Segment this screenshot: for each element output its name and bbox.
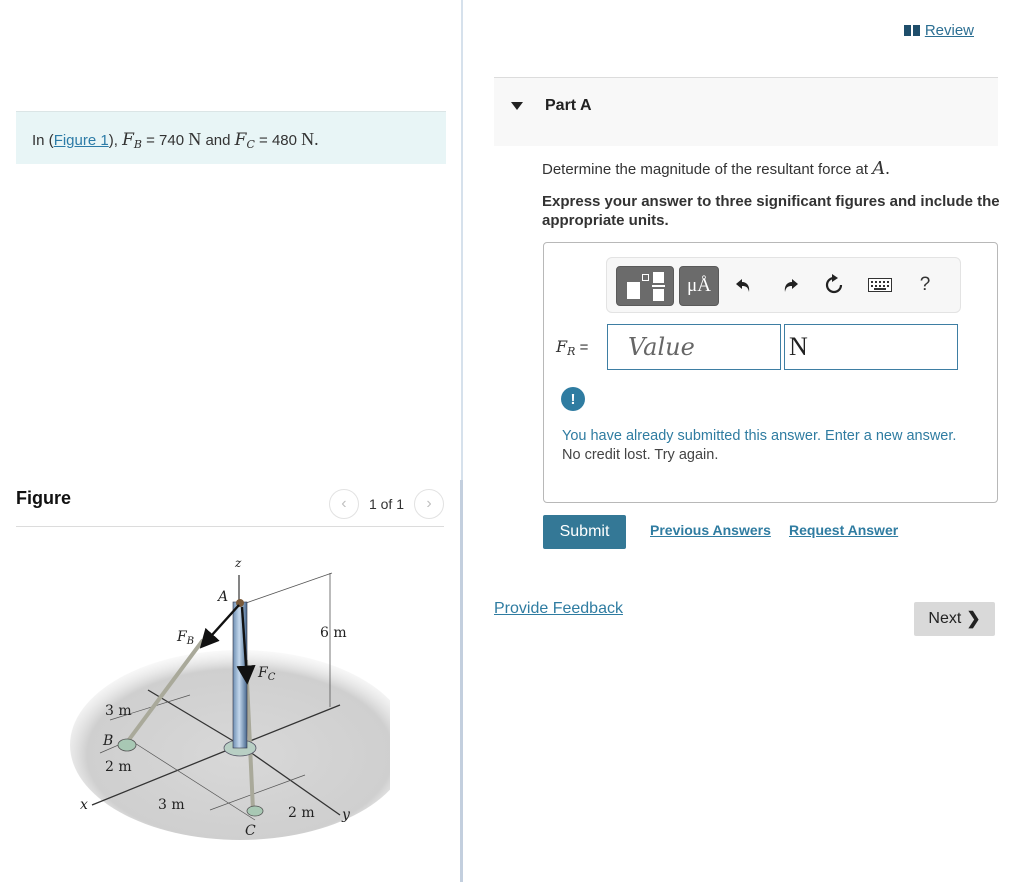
question-text: Determine the magnitude of the resultant… bbox=[542, 158, 890, 179]
part-a-header[interactable]: Part A bbox=[494, 77, 998, 146]
left-pane: In (Figure 1), FB = 740 N and FC = 480 N… bbox=[0, 0, 461, 882]
label-bottom-3m: 3 m bbox=[158, 797, 185, 813]
problem-statement: In (Figure 1), FB = 740 N and FC = 480 N… bbox=[16, 111, 446, 164]
review-label: Review bbox=[924, 22, 974, 39]
fb-unit: N bbox=[188, 129, 202, 149]
chevron-right-icon[interactable]: › bbox=[414, 489, 444, 519]
problem-suffix: ), bbox=[108, 132, 118, 149]
label-bottom-2m: 2 m bbox=[288, 805, 315, 821]
fc-value: = 480 bbox=[259, 132, 297, 149]
anchor-c bbox=[246, 805, 264, 817]
label-x: x bbox=[80, 797, 88, 813]
book-icon bbox=[903, 25, 921, 36]
redo-icon[interactable] bbox=[777, 272, 803, 298]
pane-divider bbox=[461, 0, 463, 480]
submit-button[interactable]: Submit bbox=[543, 515, 626, 549]
math-toolbar: μÅ ? bbox=[606, 257, 961, 313]
answer-box: μÅ ? FR = ! You have already submitted t… bbox=[543, 242, 998, 503]
feedback-message: You have already submitted this answer. … bbox=[562, 427, 982, 465]
dim-line bbox=[245, 572, 333, 604]
pole bbox=[232, 601, 248, 749]
figure-link[interactable]: Figure 1 bbox=[54, 132, 109, 149]
request-answer-link[interactable]: Request Answer bbox=[789, 522, 898, 538]
pager-text: 1 of 1 bbox=[368, 496, 404, 512]
label-y: y bbox=[341, 807, 351, 823]
fb-symbol: FB bbox=[122, 130, 142, 151]
feedback-note: No credit lost. Try again. bbox=[562, 447, 719, 463]
label-left-3m: 3 m bbox=[105, 703, 132, 719]
feedback-text: You have already submitted this answer. … bbox=[562, 428, 957, 444]
undo-icon[interactable] bbox=[731, 272, 757, 298]
answer-variable-label: FR = bbox=[556, 337, 589, 358]
label-left-2m: 2 m bbox=[105, 759, 132, 775]
templates-icon[interactable] bbox=[616, 266, 674, 306]
fc-symbol: FC bbox=[234, 130, 255, 151]
figure-title: Figure bbox=[16, 488, 72, 508]
units-input[interactable] bbox=[784, 324, 958, 370]
next-label: Next bbox=[928, 610, 962, 627]
and-text: and bbox=[205, 132, 231, 149]
value-input[interactable] bbox=[607, 324, 781, 370]
right-pane: Review Part A Determine the magnitude of… bbox=[480, 0, 1024, 882]
units-button[interactable]: μÅ bbox=[679, 266, 719, 306]
label-z: z bbox=[234, 556, 242, 570]
figure-diagram[interactable]: z A FB FC 6 m 3 m B 2 m x 3 m C 2 m y bbox=[70, 545, 390, 850]
instructions: Express your answer to three significant… bbox=[542, 193, 1000, 229]
label-a: A bbox=[216, 589, 228, 605]
label-height: 6 m bbox=[320, 625, 347, 641]
reset-icon[interactable] bbox=[821, 272, 847, 298]
review-link[interactable]: Review bbox=[903, 22, 974, 39]
provide-feedback-link[interactable]: Provide Feedback bbox=[494, 600, 623, 618]
exclamation-icon: ! bbox=[561, 387, 585, 411]
figure-pager: ‹ 1 of 1 › bbox=[328, 489, 444, 519]
fb-value: = 740 bbox=[146, 132, 185, 149]
question-variable: A bbox=[872, 158, 886, 179]
label-b: B bbox=[102, 733, 113, 749]
fc-unit: N. bbox=[301, 129, 319, 149]
collapse-triangle-icon[interactable] bbox=[511, 102, 523, 110]
chevron-right-icon: ❯ bbox=[966, 609, 981, 628]
next-button[interactable]: Next ❯ bbox=[914, 602, 995, 636]
figure-header: Figure ‹ 1 of 1 › bbox=[16, 486, 444, 527]
chevron-left-icon[interactable]: ‹ bbox=[328, 489, 359, 519]
previous-answers-link[interactable]: Previous Answers bbox=[650, 522, 771, 538]
problem-prefix: In ( bbox=[32, 132, 54, 149]
pane-resize-handle[interactable] bbox=[460, 480, 463, 882]
label-c: C bbox=[245, 823, 256, 839]
part-title: Part A bbox=[545, 97, 592, 114]
label-fb: FB bbox=[176, 629, 194, 647]
help-button[interactable]: ? bbox=[912, 272, 938, 298]
keyboard-icon[interactable] bbox=[867, 272, 893, 298]
anchor-b bbox=[117, 738, 137, 752]
